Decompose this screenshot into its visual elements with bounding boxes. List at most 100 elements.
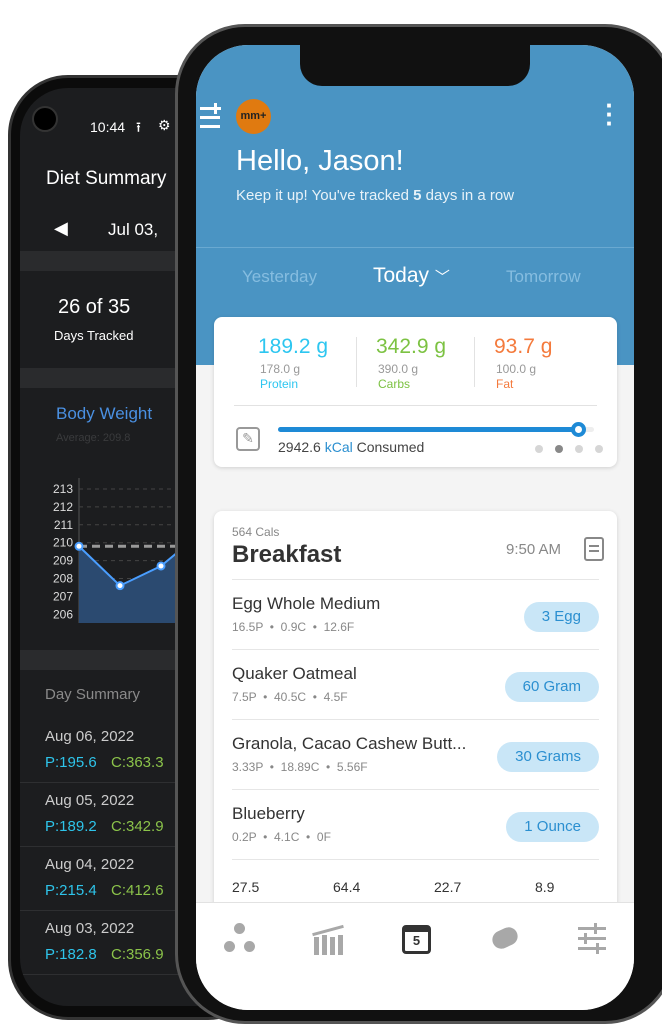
page-dot[interactable] bbox=[535, 445, 543, 453]
divider bbox=[196, 247, 634, 248]
meal-name: Breakfast bbox=[232, 541, 342, 568]
food-name: Granola, Cacao Cashew Butt... bbox=[232, 734, 467, 753]
calories-suffix: Consumed bbox=[352, 439, 425, 455]
page-title: Diet Summary bbox=[46, 168, 167, 189]
y-tick-label: 209 bbox=[53, 554, 73, 568]
yesterday-tab[interactable]: Yesterday bbox=[242, 267, 317, 287]
bottom-tab-bar: 5 bbox=[196, 902, 634, 1010]
divider bbox=[474, 337, 475, 387]
days-tracked-label: Days Tracked bbox=[54, 328, 134, 343]
prev-range-button[interactable]: ◀ bbox=[54, 218, 68, 239]
meal-total: 22.7 bbox=[434, 879, 462, 895]
y-tick-label: 207 bbox=[53, 589, 73, 603]
food-diary-screen: mm+ · · · Hello, Jason! Keep it up! You've… bbox=[196, 45, 634, 1010]
streak-message: Keep it up! You've tracked 5 days in a r… bbox=[236, 187, 514, 204]
serving-button[interactable]: 60 Gram bbox=[504, 672, 599, 702]
food-item-row[interactable]: Blueberry 0.2P • 4.1C • 0F 1 Ounce bbox=[232, 790, 599, 860]
macro-summary-card[interactable]: 189.2 g 178.0 g Protein 342.9 g 390.0 g Carbs… bbox=[214, 317, 617, 467]
chevron-down-icon: ﹀ bbox=[434, 269, 450, 286]
meal-time: 9:50 AM bbox=[506, 541, 562, 558]
data-point bbox=[115, 581, 125, 591]
y-tick-label: 213 bbox=[53, 482, 73, 496]
logo-text: mm+ bbox=[240, 110, 267, 122]
divider bbox=[234, 405, 597, 406]
macro-value: 93.7 g bbox=[494, 335, 553, 358]
coach-whistle-icon[interactable] bbox=[486, 921, 522, 957]
day-carbs: C:342.9 bbox=[111, 818, 164, 835]
data-point bbox=[156, 561, 166, 571]
today-label: Today bbox=[373, 264, 430, 287]
day-date: Aug 04, 2022 bbox=[45, 856, 135, 873]
food-item-row[interactable]: Egg Whole Medium 16.5P • 0.9C • 12.6F 3 Eg… bbox=[232, 580, 599, 650]
day-date: Aug 03, 2022 bbox=[45, 920, 135, 937]
page-dot[interactable] bbox=[575, 445, 583, 453]
meal-calories: 564 Cals bbox=[232, 525, 280, 539]
body-weight-title: Body Weight bbox=[56, 404, 153, 423]
macro-target: 100.0 g bbox=[496, 362, 537, 376]
day-protein: P:189.2 bbox=[45, 818, 97, 835]
days-tracked-value: 26 of 35 bbox=[58, 296, 131, 318]
community-icon[interactable] bbox=[222, 921, 258, 957]
tomorrow-tab[interactable]: Tomorrow bbox=[506, 267, 581, 287]
more-options-icon[interactable]: · · · bbox=[605, 92, 614, 136]
macro-label: Fat bbox=[496, 377, 514, 391]
day-protein: P:182.8 bbox=[45, 946, 97, 963]
add-food-menu-icon[interactable] bbox=[200, 103, 222, 131]
macro-target: 178.0 g bbox=[260, 362, 301, 376]
food-item-row[interactable]: Quaker Oatmeal 7.5P • 40.5C • 4.5F 60 Gram bbox=[232, 650, 599, 720]
streak-prefix: Keep it up! You've tracked bbox=[236, 187, 414, 204]
divider bbox=[356, 337, 357, 387]
calorie-progress-fill bbox=[278, 427, 579, 432]
meal-total: 64.4 bbox=[333, 879, 361, 895]
day-date: Aug 05, 2022 bbox=[45, 792, 135, 809]
food-item-row[interactable]: Granola, Cacao Cashew Butt... 3.33P • 18.… bbox=[232, 720, 599, 790]
y-tick-label: 211 bbox=[54, 518, 73, 532]
day-summary-title: Day Summary bbox=[45, 686, 141, 703]
calories-consumed: 2942.6 kCal Consumed bbox=[278, 439, 424, 455]
day-date: Aug 06, 2022 bbox=[45, 728, 135, 745]
y-tick-label: 212 bbox=[53, 500, 73, 514]
camera-icon bbox=[32, 106, 58, 132]
page-dot[interactable] bbox=[555, 445, 563, 453]
day-carbs: C:363.3 bbox=[111, 754, 164, 771]
edit-icon[interactable]: ✎ bbox=[236, 427, 260, 451]
serving-button[interactable]: 1 Ounce bbox=[506, 812, 599, 842]
app-logo[interactable]: mm+ bbox=[236, 99, 271, 134]
status-time: 10:44 bbox=[90, 119, 126, 135]
page-indicator[interactable] bbox=[535, 445, 603, 453]
upload-icon: ⭱ bbox=[136, 119, 141, 135]
notes-icon[interactable] bbox=[584, 537, 604, 561]
data-point bbox=[74, 541, 84, 551]
progress-chart-icon[interactable] bbox=[310, 921, 346, 957]
day-protein: P:195.6 bbox=[45, 754, 97, 771]
y-tick-label: 210 bbox=[53, 536, 73, 550]
food-macros: 3.33P • 18.89C • 5.56F bbox=[232, 760, 368, 774]
food-name: Blueberry bbox=[232, 804, 305, 823]
macro-target: 390.0 g bbox=[378, 362, 419, 376]
breakfast-card[interactable]: 564 Cals Breakfast 9:50 AM Egg Whole Med… bbox=[214, 511, 617, 931]
body-weight-average: Average: 209.8 bbox=[56, 432, 131, 444]
macro-value: 342.9 g bbox=[376, 335, 447, 358]
greeting: Hello, Jason! bbox=[236, 145, 404, 177]
settings-sliders-icon[interactable] bbox=[574, 921, 610, 957]
food-name: Quaker Oatmeal bbox=[232, 664, 357, 683]
page-dot[interactable] bbox=[595, 445, 603, 453]
macro-value: 189.2 g bbox=[258, 335, 329, 358]
y-tick-label: 208 bbox=[53, 572, 73, 586]
meal-total: 27.5 bbox=[232, 879, 260, 895]
date-range: Jul 03, bbox=[108, 220, 159, 239]
day-carbs: C:356.9 bbox=[111, 946, 164, 963]
calorie-progress-knob bbox=[571, 422, 587, 437]
serving-button[interactable]: 30 Grams bbox=[497, 742, 599, 772]
y-tick-label: 206 bbox=[53, 607, 73, 621]
macro-label: Protein bbox=[260, 377, 299, 391]
calories-unit: kCal bbox=[324, 439, 353, 455]
notch bbox=[300, 44, 530, 86]
food-macros: 0.2P • 4.1C • 0F bbox=[232, 830, 331, 844]
day-protein: P:215.4 bbox=[45, 882, 97, 899]
calorie-progress-bar bbox=[278, 422, 594, 437]
serving-button[interactable]: 3 Egg bbox=[523, 602, 599, 632]
today-dropdown[interactable]: Today ﹀ bbox=[373, 264, 450, 288]
calendar-today-icon[interactable]: 5 bbox=[398, 921, 434, 957]
food-name: Egg Whole Medium bbox=[232, 594, 381, 613]
